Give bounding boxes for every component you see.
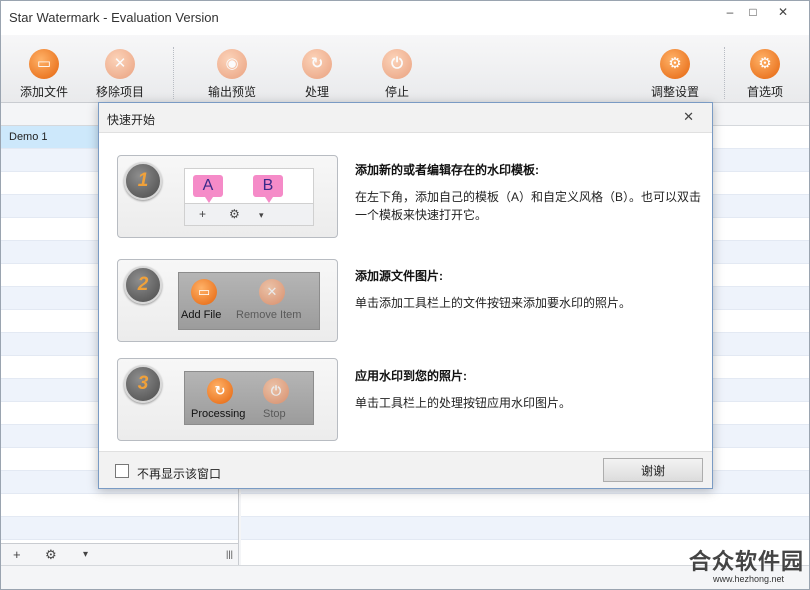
chevron-down-icon: ▾ xyxy=(259,210,264,220)
adjust-settings-button[interactable]: ⚙ 调整设置 xyxy=(640,49,710,100)
add-icon: + xyxy=(199,207,207,221)
dialog-close-button[interactable]: ✕ xyxy=(683,109,694,125)
process-button[interactable]: ↻ 处理 xyxy=(282,49,352,100)
step-number: 1 xyxy=(124,162,162,200)
chevron-down-icon[interactable]: ▾ xyxy=(83,549,88,560)
add-file-button[interactable]: ▭ 添加文件 xyxy=(9,49,79,100)
remove-icon: ✕ xyxy=(105,49,135,79)
step-3-illustration: 3 ↻ Processing ⏻ Stop xyxy=(117,358,338,441)
add-file-icon: ▭ xyxy=(191,279,217,305)
toolbar-separator xyxy=(173,47,174,99)
step-number: 2 xyxy=(124,266,162,304)
maximize-button[interactable]: □ xyxy=(741,3,765,21)
dialog-title-bar: 快速开始 ✕ xyxy=(99,103,712,133)
add-file-label: 添加文件 xyxy=(19,85,68,99)
preferences-icon: ⚙ xyxy=(750,49,780,79)
step-heading: 应用水印到您的照片: xyxy=(355,369,467,383)
dialog-footer: 不再显示该窗口 谢谢 xyxy=(99,451,712,488)
export-preview-button[interactable]: ◉ 输出预览 xyxy=(197,49,267,100)
step-1-illustration: 1 A B + ⚙ ▾ xyxy=(117,155,338,238)
empty-row xyxy=(241,494,809,517)
empty-row xyxy=(1,517,238,540)
toolbar-preview: ↻ Processing ⏻ Stop xyxy=(184,371,314,425)
remove-item-label: 移除项目 xyxy=(95,85,144,99)
thanks-button[interactable]: 谢谢 xyxy=(603,458,703,482)
process-icon: ↻ xyxy=(302,49,332,79)
callout-b: B xyxy=(253,175,283,203)
step-3-text: 应用水印到您的照片: 单击工具栏上的处理按钮应用水印图片。 xyxy=(355,367,701,412)
stop-button[interactable]: ⏻ 停止 xyxy=(362,49,432,100)
preferences-label: 首选项 xyxy=(746,85,783,99)
minimize-button[interactable]: ‒ xyxy=(718,3,742,21)
preview-processing-label: Processing xyxy=(191,408,246,420)
add-file-icon: ▭ xyxy=(29,49,59,79)
window-title: Star Watermark - Evaluation Version xyxy=(9,10,219,25)
title-bar: Star Watermark - Evaluation Version ‒ □ … xyxy=(1,1,809,35)
adjust-settings-label: 调整设置 xyxy=(650,85,699,99)
dont-show-label[interactable]: 不再显示该窗口 xyxy=(137,465,221,482)
export-preview-icon: ◉ xyxy=(217,49,247,79)
toolbar-preview: ▭ Add File ✕ Remove Item xyxy=(178,272,320,330)
callout-a: A xyxy=(193,175,223,203)
toolbar-separator xyxy=(724,47,725,99)
stop-label: 停止 xyxy=(384,85,409,99)
list-item-label: Demo 1 xyxy=(9,131,48,143)
empty-row xyxy=(241,517,809,540)
settings-icon: ⚙ xyxy=(660,49,690,79)
resize-grip-icon[interactable]: ||| xyxy=(226,549,233,559)
remove-icon: ✕ xyxy=(259,279,285,305)
dont-show-checkbox[interactable] xyxy=(115,464,129,478)
preview-remove-label: Remove Item xyxy=(236,309,302,321)
preview-strip: + ⚙ ▾ xyxy=(185,203,313,225)
step-description: 单击添加工具栏上的文件按钮来添加要水印的照片。 xyxy=(355,296,632,310)
add-template-button[interactable]: + xyxy=(13,547,21,562)
empty-row xyxy=(1,494,238,517)
site-watermark: 合众软件园 xyxy=(688,549,804,574)
preferences-button[interactable]: ⚙ 首选项 xyxy=(730,49,800,100)
gear-icon: ⚙ xyxy=(229,207,240,221)
export-preview-label: 输出预览 xyxy=(207,85,256,99)
remove-item-button[interactable]: ✕ 移除项目 xyxy=(85,49,155,100)
status-bar xyxy=(1,565,809,589)
step-description: 单击工具栏上的处理按钮应用水印图片。 xyxy=(355,396,572,410)
close-button[interactable]: ✕ xyxy=(771,3,795,21)
process-icon: ↻ xyxy=(207,378,233,404)
template-bar-preview: A B + ⚙ ▾ xyxy=(184,168,314,226)
step-heading: 添加新的或者编辑存在的水印模板: xyxy=(355,163,539,177)
stop-icon: ⏻ xyxy=(382,49,412,79)
site-watermark-url: www.hezhong.net xyxy=(712,574,784,584)
process-label: 处理 xyxy=(304,85,329,99)
stop-icon: ⏻ xyxy=(263,378,289,404)
toolbar: ▭ 添加文件 ✕ 移除项目 ◉ 输出预览 ↻ 处理 ⏻ 停止 ⚙ 调整设置 ⚙ … xyxy=(1,35,809,103)
quick-start-dialog: 快速开始 ✕ 1 A B + ⚙ ▾ 添加新的或者编辑存在的水印模板: 在左下角… xyxy=(98,102,713,489)
gear-icon[interactable]: ⚙ xyxy=(45,547,57,563)
preview-add-file-label: Add File xyxy=(181,309,222,321)
template-bottom-bar: + ⚙ ▾ ||| xyxy=(1,543,239,565)
dialog-title: 快速开始 xyxy=(107,113,156,127)
step-2-text: 添加源文件图片: 单击添加工具栏上的文件按钮来添加要水印的照片。 xyxy=(355,267,701,312)
step-2-illustration: 2 ▭ Add File ✕ Remove Item xyxy=(117,259,338,342)
step-description: 在左下角，添加自己的模板（A）和自定义风格（B）。也可以双击一个模板来快速打开它… xyxy=(355,190,702,222)
step-1-text: 添加新的或者编辑存在的水印模板: 在左下角，添加自己的模板（A）和自定义风格（B… xyxy=(355,161,701,224)
preview-stop-label: Stop xyxy=(263,408,286,420)
step-number: 3 xyxy=(124,365,162,403)
step-heading: 添加源文件图片: xyxy=(355,269,443,283)
